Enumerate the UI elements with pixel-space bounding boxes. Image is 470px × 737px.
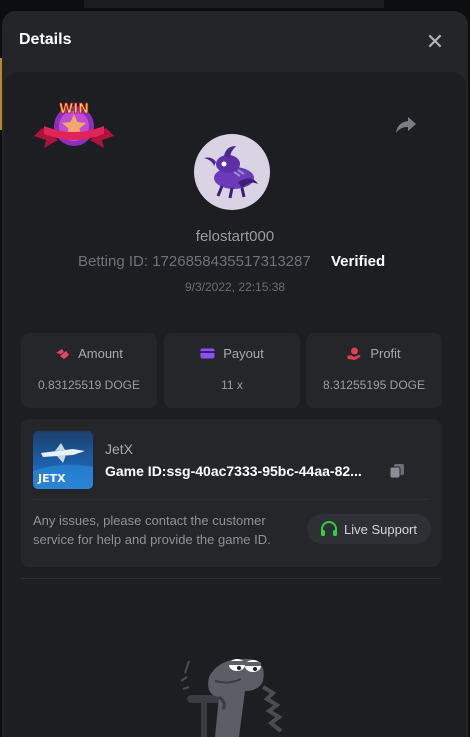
stat-amount-value: 0.83125519 DOGE xyxy=(37,378,141,392)
stat-profit-value: 8.31255195 DOGE xyxy=(322,378,426,392)
game-thumbnail-label: JETX xyxy=(38,472,66,485)
share-icon[interactable] xyxy=(394,112,418,136)
backdrop-strip xyxy=(84,0,384,8)
avatar xyxy=(194,134,270,210)
section-separator xyxy=(21,578,441,579)
copy-icon[interactable] xyxy=(389,463,405,479)
bet-timestamp: 9/3/2022, 22:15:38 xyxy=(184,280,286,294)
details-panel: WIN felostart000 Betting ID: 17268584355… xyxy=(4,72,466,737)
details-modal: Details ✕ WIN felostart000 Betting ID: 1… xyxy=(2,11,468,737)
headset-icon xyxy=(321,521,337,536)
live-support-button[interactable]: Live Support xyxy=(307,514,431,544)
game-card-divider xyxy=(33,499,429,500)
stat-payout-label: Payout xyxy=(223,346,264,361)
stat-amount-label: Amount xyxy=(78,346,123,361)
avatar-creature-image xyxy=(204,146,258,199)
stat-payout: Payout 11 x xyxy=(164,333,300,408)
amount-icon xyxy=(56,349,70,359)
dinosaur-mascot-image xyxy=(180,658,283,737)
close-button[interactable]: ✕ xyxy=(422,29,448,55)
profit-icon xyxy=(347,347,361,360)
game-id: Game ID:ssg-40ac7333-95bc-44aa-82... xyxy=(105,463,362,479)
game-card: JETX JetX Game ID:ssg-40ac7333-95bc-44aa… xyxy=(21,419,441,567)
game-name: JetX xyxy=(105,441,134,457)
betting-id: Betting ID: 1726858435517313287 xyxy=(78,253,311,270)
win-badge: WIN xyxy=(34,102,114,148)
close-icon: ✕ xyxy=(425,29,445,54)
game-thumbnail[interactable]: JETX xyxy=(33,431,93,489)
stat-profit: Profit 8.31255195 DOGE xyxy=(306,333,442,408)
stat-amount: Amount 0.83125519 DOGE xyxy=(21,333,157,408)
payout-icon xyxy=(200,348,215,359)
support-help-text: Any issues, please contact the customer … xyxy=(33,513,271,547)
live-support-label: Live Support xyxy=(344,521,417,537)
username: felostart000 xyxy=(195,228,275,245)
modal-title: Details xyxy=(19,31,72,48)
stat-payout-value: 11 x xyxy=(221,378,243,392)
verified-label: Verified xyxy=(331,253,386,270)
stat-profit-label: Profit xyxy=(370,346,401,361)
win-badge-text: WIN xyxy=(59,102,89,117)
